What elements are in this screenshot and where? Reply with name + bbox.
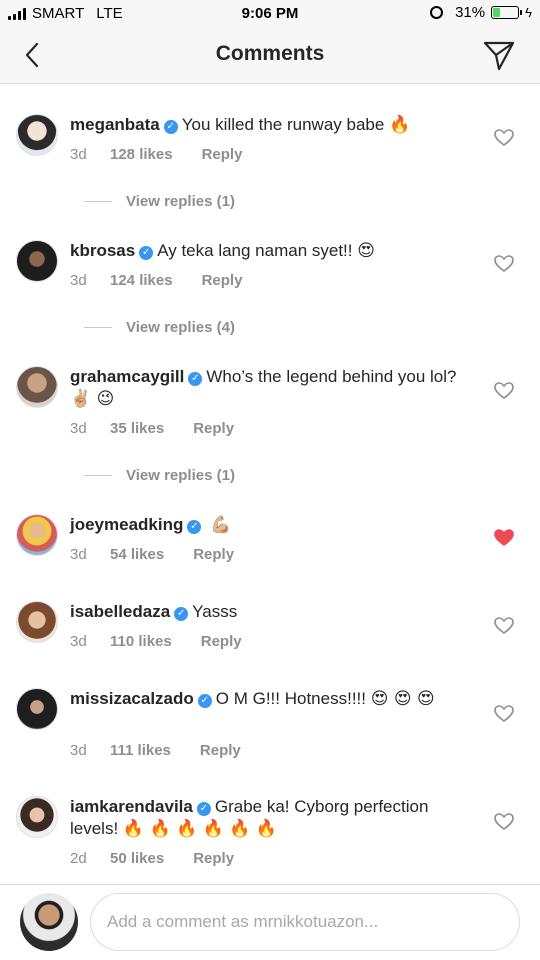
comment-text: Ay teka lang naman syet!! bbox=[157, 241, 353, 260]
comment-time: 3d bbox=[70, 420, 87, 437]
like-heart-icon[interactable] bbox=[494, 704, 514, 724]
comment-list: meganbata ✓ You killed the runway babe 🔥 3… bbox=[0, 84, 540, 884]
view-replies-label: View replies (1) bbox=[126, 193, 235, 210]
comment-meta: 3d 124 likes Reply bbox=[70, 272, 242, 289]
comment-time: 3d bbox=[70, 272, 87, 289]
likes-count[interactable]: 54 likes bbox=[110, 546, 164, 563]
comment-meta: 2d 50 likes Reply bbox=[70, 850, 234, 867]
like-heart-icon[interactable] bbox=[494, 381, 514, 401]
like-heart-icon[interactable] bbox=[494, 616, 514, 636]
avatar[interactable] bbox=[16, 514, 58, 556]
likes-count[interactable]: 128 likes bbox=[110, 146, 173, 163]
direct-message-button[interactable] bbox=[482, 38, 516, 72]
verified-badge-icon: ✓ bbox=[187, 520, 202, 534]
reply-button[interactable]: Reply bbox=[200, 742, 241, 759]
status-bar: SMART LTE 9:06 PM 31% ϟ bbox=[0, 0, 540, 28]
view-replies-label: View replies (1) bbox=[126, 467, 235, 484]
divider-line bbox=[84, 475, 112, 476]
comment-meta: 3d 54 likes Reply bbox=[70, 546, 234, 563]
comment-meta: 3d 128 likes Reply bbox=[70, 146, 242, 163]
battery-fill bbox=[493, 8, 501, 17]
avatar[interactable] bbox=[16, 366, 58, 408]
comment-text: You killed the runway babe bbox=[181, 115, 385, 134]
comment-text: Who’s the legend behind you lol? bbox=[206, 367, 457, 386]
alarm-icon bbox=[430, 6, 444, 19]
comment-username[interactable]: grahamcaygill bbox=[70, 367, 184, 386]
likes-count[interactable]: 50 likes bbox=[110, 850, 164, 867]
likes-count[interactable]: 35 likes bbox=[110, 420, 164, 437]
comment-time: 3d bbox=[70, 146, 87, 163]
comment-time: 3d bbox=[70, 546, 87, 563]
comment-time: 3d bbox=[70, 742, 87, 759]
view-replies-button[interactable]: View replies (4) bbox=[84, 319, 235, 336]
comment-input[interactable] bbox=[90, 893, 520, 951]
reply-button[interactable]: Reply bbox=[193, 420, 234, 437]
avatar[interactable] bbox=[16, 114, 58, 156]
page-title: Comments bbox=[215, 42, 325, 65]
view-replies-label: View replies (4) bbox=[126, 319, 235, 336]
comment-text: Yasss bbox=[192, 602, 238, 621]
like-heart-icon[interactable] bbox=[494, 254, 514, 274]
avatar[interactable] bbox=[16, 796, 58, 838]
verified-badge-icon: ✓ bbox=[197, 694, 212, 708]
comment-username[interactable]: iamkarendavila bbox=[70, 797, 193, 816]
avatar[interactable] bbox=[16, 601, 58, 643]
comment-emoji: ✌🏼 😉 bbox=[70, 389, 115, 409]
comment-username[interactable]: joeymeadking bbox=[70, 515, 183, 534]
header: Comments bbox=[0, 28, 540, 84]
comment-emoji: 😍 bbox=[357, 241, 375, 261]
comment-composer bbox=[0, 884, 540, 960]
likes-count[interactable]: 124 likes bbox=[110, 272, 173, 289]
view-replies-button[interactable]: View replies (1) bbox=[84, 193, 235, 210]
verified-badge-icon: ✓ bbox=[174, 607, 189, 621]
verified-badge-icon: ✓ bbox=[139, 246, 154, 260]
comment-emoji: 🔥 bbox=[389, 115, 411, 135]
comment-meta: 3d 110 likes Reply bbox=[70, 633, 242, 650]
comment-meta: 3d 111 likes Reply bbox=[70, 742, 241, 759]
battery-percent: 31% bbox=[455, 4, 486, 21]
reply-button[interactable]: Reply bbox=[202, 272, 243, 289]
reply-button[interactable]: Reply bbox=[201, 633, 242, 650]
liked-heart-icon[interactable] bbox=[494, 528, 514, 548]
likes-count[interactable]: 110 likes bbox=[110, 633, 172, 650]
like-heart-icon[interactable] bbox=[494, 812, 514, 832]
like-heart-icon[interactable] bbox=[494, 128, 514, 148]
verified-badge-icon: ✓ bbox=[163, 120, 178, 134]
comment-username[interactable]: missizacalzado bbox=[70, 689, 194, 708]
comment-emoji: 😍 😍 😍 bbox=[370, 689, 435, 709]
paper-plane-icon bbox=[483, 41, 515, 71]
comment-username[interactable]: kbrosas bbox=[70, 241, 135, 260]
avatar[interactable] bbox=[16, 688, 58, 730]
comment-text: O M G!!! Hotness!!!! bbox=[215, 689, 366, 708]
view-replies-button[interactable]: View replies (1) bbox=[84, 467, 235, 484]
reply-button[interactable]: Reply bbox=[193, 546, 234, 563]
battery-icon bbox=[491, 6, 523, 19]
comment-emoji: 🔥 🔥 🔥 🔥 🔥 🔥 bbox=[122, 819, 277, 839]
verified-badge-icon: ✓ bbox=[196, 802, 211, 816]
reply-button[interactable]: Reply bbox=[193, 850, 234, 867]
status-right: 31% ϟ bbox=[430, 4, 532, 21]
comment-meta: 3d 35 likes Reply bbox=[70, 420, 234, 437]
comment-username[interactable]: isabelledaza bbox=[70, 602, 170, 621]
comment-time: 3d bbox=[70, 633, 87, 650]
comment-emoji: 💪🏼 bbox=[210, 515, 232, 535]
likes-count[interactable]: 111 likes bbox=[110, 742, 171, 759]
avatar[interactable] bbox=[16, 240, 58, 282]
current-user-avatar bbox=[20, 893, 78, 951]
divider-line bbox=[84, 327, 112, 328]
comment-username[interactable]: meganbata bbox=[70, 115, 160, 134]
charging-bolt-icon: ϟ bbox=[525, 5, 532, 20]
comment-time: 2d bbox=[70, 850, 87, 867]
verified-badge-icon: ✓ bbox=[188, 372, 203, 386]
reply-button[interactable]: Reply bbox=[202, 146, 243, 163]
divider-line bbox=[84, 201, 112, 202]
